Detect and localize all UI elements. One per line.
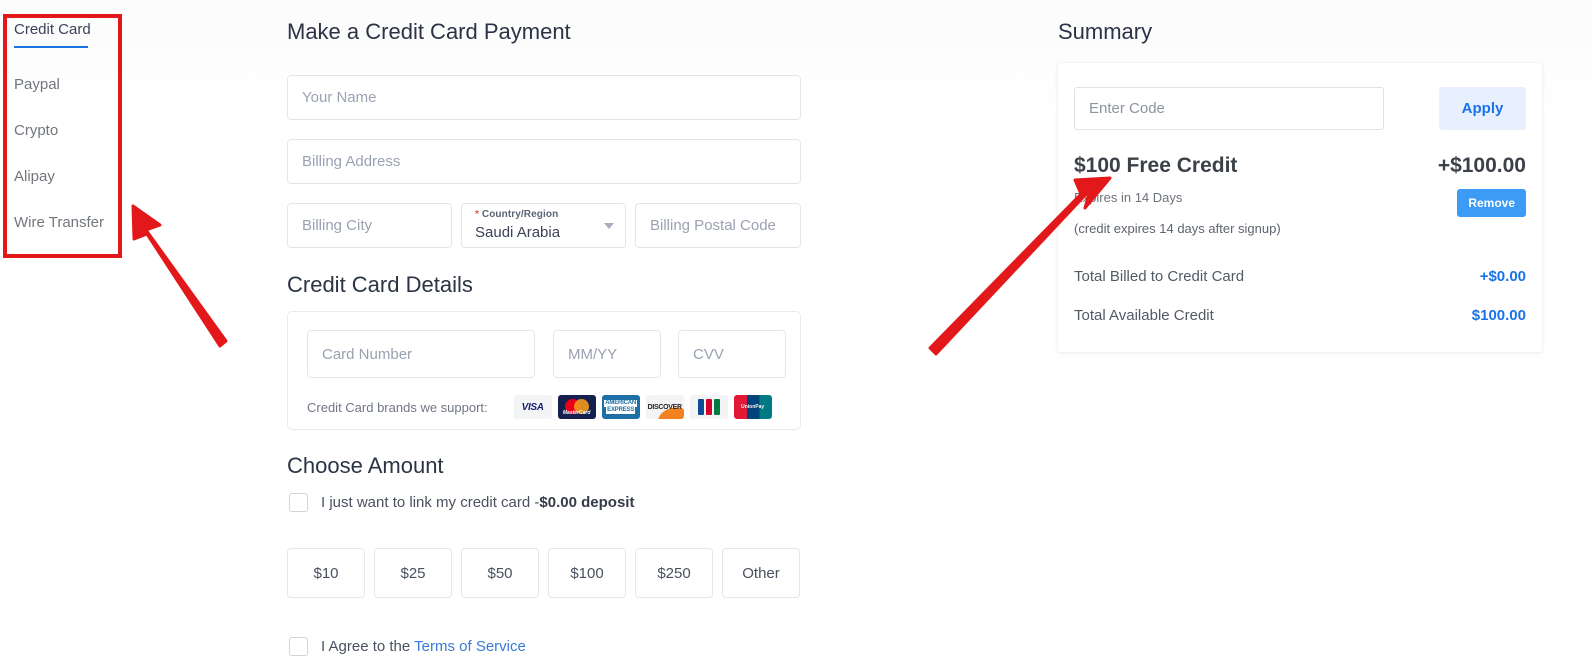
unionpay-icon: UnionPay [733,395,772,419]
summary-row-total-billed: Total Billed to Credit Card +$0.00 [1074,268,1526,285]
card-expiry-input[interactable]: MM/YY [553,330,661,378]
card-cvv-placeholder: CVV [693,345,724,363]
page-title: Make a Credit Card Payment [287,19,571,44]
amount-button-other[interactable]: Other [722,548,800,598]
name-input-placeholder: Your Name [302,89,377,106]
summary-card: Enter Code Apply $100 Free Credit +$100.… [1058,63,1542,352]
amount-button-250[interactable]: $250 [635,548,713,598]
billing-address-input[interactable]: Billing Address [287,139,801,184]
country-region-value: Saudi Arabia [475,224,561,241]
summary-row-label: Total Available Credit [1074,307,1214,324]
card-cvv-input[interactable]: CVV [678,330,786,378]
amount-button-25[interactable]: $25 [374,548,452,598]
remove-credit-button[interactable]: Remove [1457,189,1526,217]
visa-icon: VISA [513,395,552,419]
summary-row-value: +$0.00 [1479,268,1526,285]
promo-code-placeholder: Enter Code [1089,100,1165,117]
amount-button-50[interactable]: $50 [461,548,539,598]
summary-row-value: $100.00 [1471,307,1526,324]
terms-checkbox-row[interactable]: I Agree to the Terms of Service [289,637,526,656]
terms-checkbox[interactable] [289,637,308,656]
country-region-select[interactable]: * Country/Region Saudi Arabia [461,203,626,248]
apply-code-button[interactable]: Apply [1439,87,1526,130]
summary-title: Summary [1058,19,1153,44]
credit-card-details-panel: Card Number MM/YY CVV Credit Card brands… [287,311,801,430]
billing-address-placeholder: Billing Address [302,153,401,170]
annotation-highlight-box [3,14,122,258]
deposit-amount: $0.00 deposit [539,494,635,511]
credit-card-details-heading: Credit Card Details [287,272,473,297]
card-expiry-placeholder: MM/YY [568,345,618,363]
supported-brands-row: Credit Card brands we support: VISA Mast… [307,395,787,419]
link-card-label: I just want to link my credit card -$0.0… [321,494,635,511]
free-credit-expiry: Expires in 14 Days [1074,190,1183,205]
summary-row-total-available: Total Available Credit $100.00 [1074,307,1526,324]
summary-row-label: Total Billed to Credit Card [1074,268,1245,285]
amount-button-10[interactable]: $10 [287,548,365,598]
required-asterisk: * [475,209,479,220]
free-credit-amount: +$100.00 [1437,154,1526,177]
billing-postal-placeholder: Billing Postal Code [650,217,776,234]
discover-icon: DISCOVER [645,395,684,419]
payment-page: Credit Card Paypal Crypto Alipay Wire Tr… [0,0,1592,670]
free-credit-note: (credit expires 14 days after signup) [1074,221,1281,236]
card-number-input[interactable]: Card Number [307,330,535,378]
chevron-down-icon[interactable] [604,223,614,229]
promo-code-input[interactable]: Enter Code [1074,87,1384,130]
jcb-icon [689,395,728,419]
american-express-icon: AMERICAN EXPRESS [601,395,640,419]
terms-label: I Agree to the Terms of Service [321,638,526,655]
amount-options: $10 $25 $50 $100 $250 Other [287,548,809,598]
free-credit-label: $100 Free Credit [1074,154,1238,177]
annotation-arrow-to-sidebar [131,204,228,348]
billing-city-placeholder: Billing City [302,217,373,234]
billing-postal-code-input[interactable]: Billing Postal Code [635,203,801,248]
terms-of-service-link[interactable]: Terms of Service [414,638,526,655]
choose-amount-heading: Choose Amount [287,453,444,478]
card-number-placeholder: Card Number [322,345,413,363]
mastercard-icon: MasterCard [557,395,596,419]
link-card-checkbox[interactable] [289,493,308,512]
amount-button-100[interactable]: $100 [548,548,626,598]
country-region-label: * Country/Region [475,209,559,220]
supported-brands-label: Credit Card brands we support: [307,399,488,415]
link-card-checkbox-row[interactable]: I just want to link my credit card -$0.0… [289,493,634,512]
billing-city-input[interactable]: Billing City [287,203,452,248]
name-input[interactable]: Your Name [287,75,801,120]
